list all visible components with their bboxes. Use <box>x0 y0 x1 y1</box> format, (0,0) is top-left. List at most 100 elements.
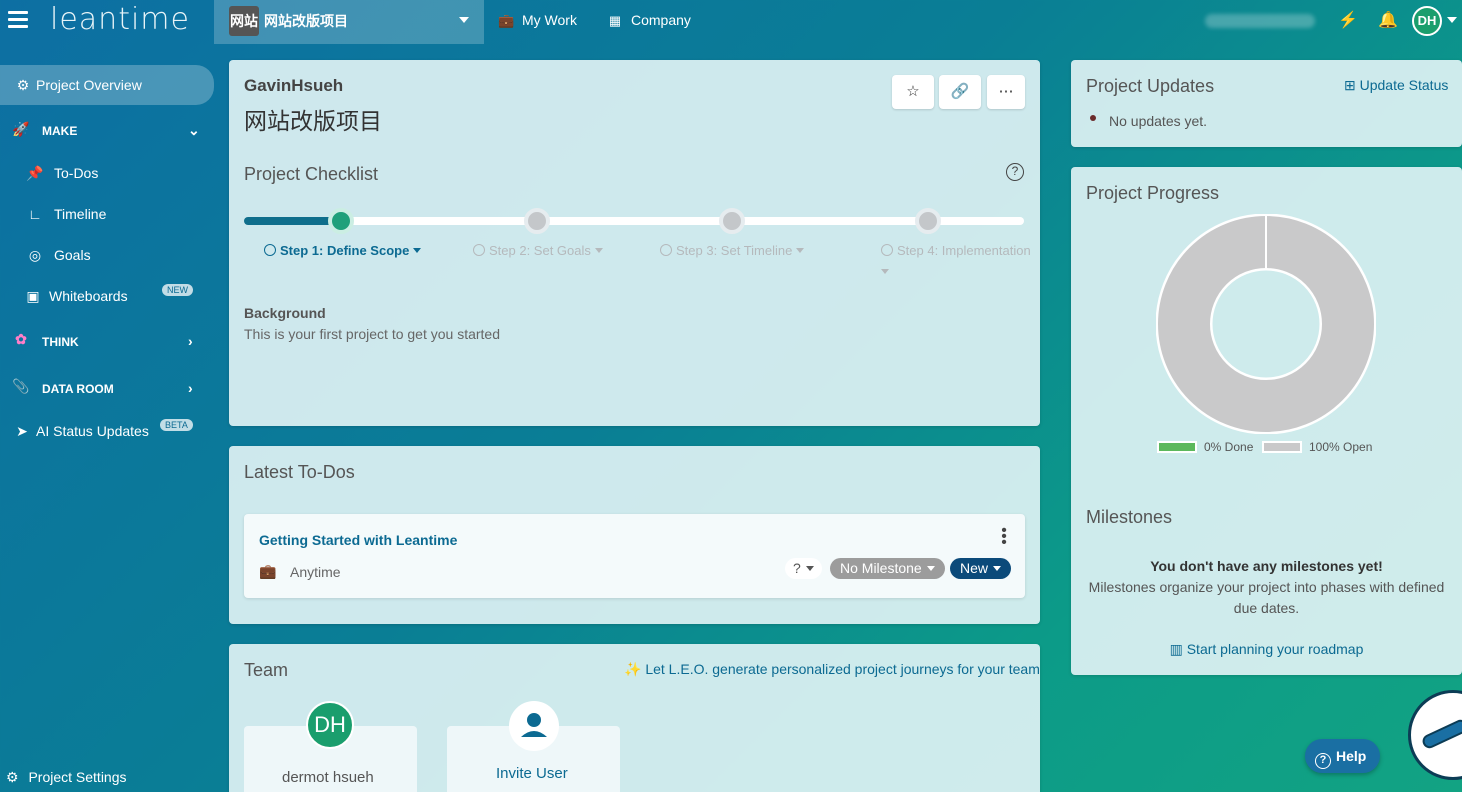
project-settings-link[interactable]: ⚙ Project Settings <box>6 769 127 786</box>
help-circle-icon[interactable]: ? <box>1006 163 1024 181</box>
project-updates-card: Project Updates ⊞ Update Status No updat… <box>1071 60 1462 147</box>
chevron-down-icon: ⌄ <box>188 122 200 138</box>
effort-select[interactable]: ? <box>785 558 822 579</box>
gear-icon: ⚙ <box>6 769 19 785</box>
app-logo[interactable]: leantime <box>50 2 190 37</box>
status-select[interactable]: New <box>950 558 1012 579</box>
favorite-button[interactable]: ☆ <box>892 75 934 109</box>
help-button[interactable]: ? Help <box>1305 739 1380 773</box>
team-title: Team <box>244 660 289 680</box>
step-1-label[interactable]: Step 1: Define Scope <box>264 243 422 258</box>
project-name: 网站改版项目 <box>264 13 348 29</box>
step-2-label[interactable]: Step 2: Set Goals <box>473 243 603 258</box>
help-label: Help <box>1336 748 1367 764</box>
todo-due-date[interactable]: Anytime <box>290 564 341 580</box>
circle-icon <box>473 244 485 256</box>
project-owner: GavinHsueh <box>244 76 344 95</box>
caret-down-icon[interactable] <box>881 269 889 274</box>
nav-company[interactable]: ▦ Company <box>607 12 691 29</box>
assistant-widget[interactable] <box>1408 690 1462 780</box>
milestones-empty-title: You don't have any milestones yet! <box>1150 558 1383 574</box>
caret-down-icon <box>805 566 814 571</box>
sidebar-item-label: THINK <box>42 335 79 349</box>
beta-badge: BETA <box>160 419 193 431</box>
target-icon: ◎ <box>28 247 42 263</box>
sidebar-item-label: DATA ROOM <box>42 382 114 396</box>
no-updates-text: No updates yet. <box>1109 113 1208 129</box>
milestones-title: Milestones <box>1086 507 1173 527</box>
todo-item[interactable]: Getting Started with Leantime • • • 💼 Anyt… <box>244 514 1025 598</box>
caret-down-icon <box>993 566 1002 571</box>
latest-todos-card: Latest To-Dos Getting Started with Leant… <box>229 446 1040 624</box>
top-bar: leantime 网站 网站改版项目 💼 My Work ▦ Company ⚡ 🔔… <box>0 0 1462 44</box>
step-label-text: Step 2: Set Goals <box>489 243 591 258</box>
milestone-select[interactable]: No Milestone <box>830 558 945 579</box>
copy-link-button[interactable]: 🔗 <box>939 75 981 109</box>
pin-icon: 📌 <box>26 165 44 181</box>
sidebar-item-label: Goals <box>54 247 91 263</box>
bolt-icon[interactable]: ⚡ <box>1338 10 1358 30</box>
sidebar-item-label: Whiteboards <box>49 288 128 304</box>
step-label-text: Step 4: Implementation <box>897 243 1031 258</box>
step-3-label[interactable]: Step 3: Set Timeline <box>660 243 805 258</box>
nav-label: Company <box>631 12 691 28</box>
background-heading: Background <box>244 305 326 321</box>
effort-value: ? <box>793 560 801 576</box>
ellipsis-icon: ⋯ <box>998 83 1014 100</box>
rocket-icon: 🚀 <box>12 121 30 137</box>
nav-my-work[interactable]: 💼 My Work <box>498 12 577 29</box>
circle-icon <box>881 244 893 256</box>
step-3-dot[interactable] <box>719 208 745 234</box>
building-icon: ▦ <box>608 13 622 28</box>
milestone-value: No Milestone <box>840 560 922 576</box>
chevron-right-icon: › <box>188 333 193 349</box>
user-avatar[interactable]: DH <box>1412 6 1442 36</box>
update-status-link[interactable]: ⊞ Update Status <box>1344 77 1448 94</box>
step-4-dot[interactable] <box>915 208 941 234</box>
caret-down-icon <box>459 17 469 23</box>
step-label-text: Step 3: Set Timeline <box>676 243 793 258</box>
roadmap-link[interactable]: ▥ Start planning your roadmap <box>1071 641 1462 658</box>
background-text: This is your first project to get you st… <box>244 326 500 342</box>
step-4-label[interactable]: Step 4: Implementation <box>881 243 1040 258</box>
nav-label: My Work <box>522 12 577 28</box>
bell-icon[interactable]: 🔔 <box>1378 10 1398 30</box>
done-legend-swatch <box>1157 441 1197 453</box>
roadmap-link-text: Start planning your roadmap <box>1186 641 1364 657</box>
leo-link[interactable]: ✨ Let L.E.O. generate personalized proje… <box>624 661 1040 678</box>
project-selector[interactable]: 网站 网站改版项目 <box>214 0 484 44</box>
circle-icon <box>660 244 672 256</box>
caret-down-icon <box>796 248 805 253</box>
status-value: New <box>960 560 989 576</box>
magic-wand-icon: ✨ <box>624 661 642 677</box>
step-label-text: Step 1: Define Scope <box>280 243 410 258</box>
updates-title: Project Updates <box>1086 76 1215 96</box>
sidebar-item-label: Project Overview <box>36 77 142 93</box>
paper-plane-icon: ➤ <box>16 423 28 439</box>
milestones-empty-desc: Milestones organize your project into ph… <box>1088 579 1445 616</box>
menu-icon[interactable] <box>8 11 28 29</box>
step-2-dot[interactable] <box>524 208 550 234</box>
leo-link-text: Let L.E.O. generate personalized project… <box>645 661 1040 677</box>
progress-title: Project Progress <box>1086 183 1220 203</box>
caret-down-icon <box>926 566 935 571</box>
brain-icon: ✿ <box>15 331 27 347</box>
todo-title[interactable]: Getting Started with Leantime <box>259 532 457 548</box>
new-badge: NEW <box>162 284 193 296</box>
step-1-dot[interactable] <box>328 208 354 234</box>
question-icon: ? <box>1315 753 1331 769</box>
caret-down-icon[interactable] <box>1447 17 1457 23</box>
star-icon: ☆ <box>906 83 920 100</box>
invite-user-link[interactable]: Invite User <box>496 765 568 782</box>
kebab-menu-icon[interactable]: • • • <box>1001 523 1007 551</box>
done-legend-label: 0% Done <box>1204 440 1254 454</box>
sidebar-item-label: Timeline <box>54 206 107 222</box>
link-icon: 🔗 <box>950 83 970 100</box>
whiteboard-icon: ▣ <box>26 288 40 304</box>
avatar: DH <box>306 701 354 749</box>
more-options-button[interactable]: ⋯ <box>987 75 1025 109</box>
invite-user-avatar[interactable] <box>509 701 559 751</box>
sidebar-item-project-overview[interactable]: ⚙ Project Overview <box>0 65 214 105</box>
circle-icon <box>264 244 276 256</box>
status-dot <box>1090 115 1096 121</box>
